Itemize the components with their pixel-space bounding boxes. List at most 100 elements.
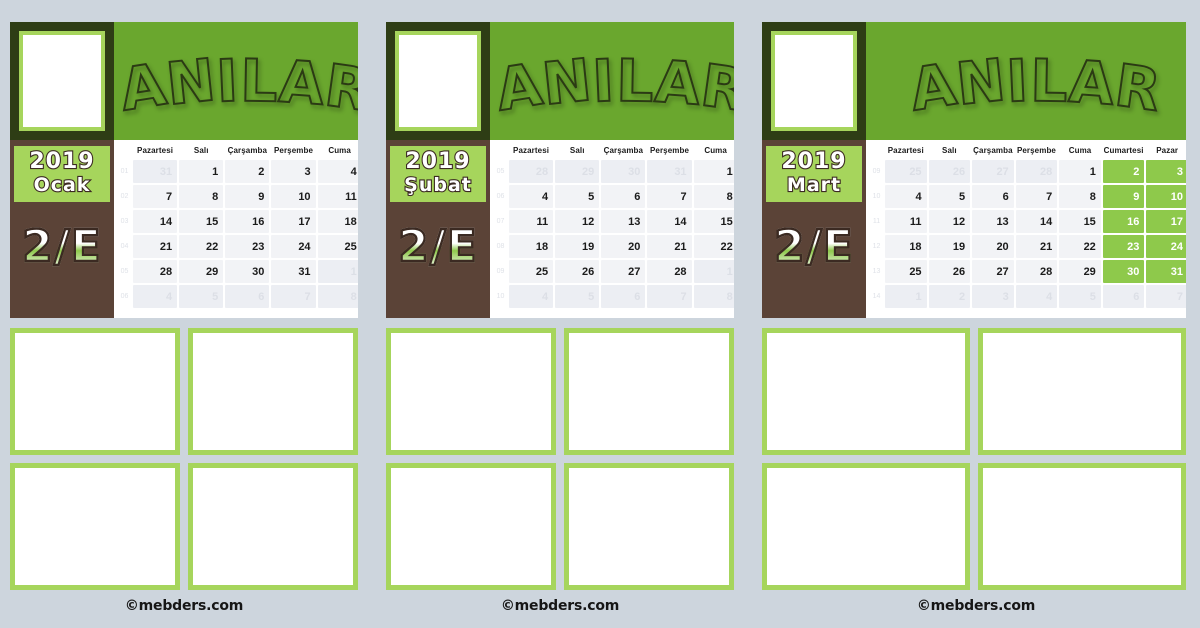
day-cell[interactable]: 21 bbox=[1015, 235, 1058, 258]
day-cell[interactable]: 20 bbox=[601, 235, 646, 258]
day-cell[interactable]: 4 bbox=[885, 185, 927, 208]
day-cell[interactable]: 29 bbox=[1059, 260, 1101, 283]
header-photo-frame[interactable] bbox=[386, 22, 490, 140]
day-cell[interactable]: 7 bbox=[647, 185, 692, 208]
photo-frame-3[interactable] bbox=[10, 463, 180, 590]
day-cell[interactable]: 6 bbox=[601, 185, 646, 208]
photo-frame-2[interactable] bbox=[978, 328, 1186, 455]
day-cell[interactable]: 3 bbox=[271, 160, 316, 183]
day-cell[interactable]: 18 bbox=[317, 210, 358, 233]
day-cell[interactable]: 17 bbox=[271, 210, 316, 233]
day-cell[interactable]: 3 bbox=[972, 285, 1014, 308]
day-cell[interactable]: 26 bbox=[928, 160, 971, 183]
day-cell[interactable]: 21 bbox=[133, 235, 178, 258]
day-cell[interactable]: 19 bbox=[555, 235, 600, 258]
day-cell[interactable]: 16 bbox=[225, 210, 270, 233]
day-cell[interactable]: 9 bbox=[1102, 185, 1145, 208]
header-photo-frame[interactable] bbox=[10, 22, 114, 140]
day-cell[interactable]: 30 bbox=[601, 160, 646, 183]
day-cell[interactable]: 8 bbox=[693, 285, 734, 308]
day-cell[interactable]: 8 bbox=[1059, 185, 1101, 208]
day-cell[interactable]: 4 bbox=[133, 285, 178, 308]
day-cell[interactable]: 7 bbox=[647, 285, 692, 308]
day-cell[interactable]: 17 bbox=[1146, 210, 1186, 233]
photo-frame-1[interactable] bbox=[762, 328, 970, 455]
day-cell[interactable]: 31 bbox=[133, 160, 178, 183]
day-cell[interactable]: 5 bbox=[179, 285, 224, 308]
day-cell[interactable]: 10 bbox=[1146, 185, 1186, 208]
day-cell[interactable]: 7 bbox=[1146, 285, 1186, 308]
day-cell[interactable]: 12 bbox=[555, 210, 600, 233]
photo-frame-2[interactable] bbox=[188, 328, 358, 455]
day-cell[interactable]: 25 bbox=[885, 260, 927, 283]
day-cell[interactable]: 13 bbox=[601, 210, 646, 233]
day-cell[interactable]: 13 bbox=[972, 210, 1014, 233]
day-cell[interactable]: 28 bbox=[1015, 260, 1058, 283]
day-cell[interactable]: 1 bbox=[693, 260, 734, 283]
day-cell[interactable]: 5 bbox=[928, 185, 971, 208]
day-cell[interactable]: 19 bbox=[928, 235, 971, 258]
photo-frame-4[interactable] bbox=[564, 463, 734, 590]
day-cell[interactable]: 29 bbox=[179, 260, 224, 283]
photo-frame-4[interactable] bbox=[188, 463, 358, 590]
day-cell[interactable]: 18 bbox=[885, 235, 927, 258]
day-cell[interactable]: 22 bbox=[1059, 235, 1101, 258]
day-cell[interactable]: 28 bbox=[509, 160, 554, 183]
day-cell[interactable]: 27 bbox=[972, 160, 1014, 183]
day-cell[interactable]: 14 bbox=[1015, 210, 1058, 233]
header-photo-placeholder[interactable] bbox=[19, 31, 105, 131]
header-photo-placeholder[interactable] bbox=[771, 31, 857, 131]
photo-frame-2[interactable] bbox=[564, 328, 734, 455]
day-cell[interactable]: 23 bbox=[1102, 235, 1145, 258]
day-cell[interactable]: 25 bbox=[317, 235, 358, 258]
day-cell[interactable]: 7 bbox=[1015, 185, 1058, 208]
day-cell[interactable]: 7 bbox=[271, 285, 316, 308]
day-cell[interactable]: 31 bbox=[1146, 260, 1186, 283]
day-cell[interactable]: 30 bbox=[1102, 260, 1145, 283]
day-cell[interactable]: 7 bbox=[133, 185, 178, 208]
photo-frame-3[interactable] bbox=[386, 463, 556, 590]
day-cell[interactable]: 25 bbox=[885, 160, 927, 183]
day-cell[interactable]: 11 bbox=[317, 185, 358, 208]
day-cell[interactable]: 23 bbox=[225, 235, 270, 258]
day-cell[interactable]: 28 bbox=[133, 260, 178, 283]
day-cell[interactable]: 20 bbox=[972, 235, 1014, 258]
day-cell[interactable]: 6 bbox=[225, 285, 270, 308]
day-cell[interactable]: 22 bbox=[179, 235, 224, 258]
day-cell[interactable]: 28 bbox=[1015, 160, 1058, 183]
day-cell[interactable]: 1 bbox=[317, 260, 358, 283]
day-cell[interactable]: 26 bbox=[555, 260, 600, 283]
day-cell[interactable]: 22 bbox=[693, 235, 734, 258]
day-cell[interactable]: 21 bbox=[647, 235, 692, 258]
day-cell[interactable]: 3 bbox=[1146, 160, 1186, 183]
day-cell[interactable]: 8 bbox=[179, 185, 224, 208]
day-cell[interactable]: 26 bbox=[928, 260, 971, 283]
day-cell[interactable]: 15 bbox=[179, 210, 224, 233]
day-cell[interactable]: 8 bbox=[693, 185, 734, 208]
day-cell[interactable]: 11 bbox=[509, 210, 554, 233]
day-cell[interactable]: 4 bbox=[317, 160, 358, 183]
day-cell[interactable]: 29 bbox=[555, 160, 600, 183]
day-cell[interactable]: 14 bbox=[133, 210, 178, 233]
day-cell[interactable]: 8 bbox=[317, 285, 358, 308]
day-cell[interactable]: 28 bbox=[647, 260, 692, 283]
day-cell[interactable]: 30 bbox=[225, 260, 270, 283]
photo-frame-1[interactable] bbox=[386, 328, 556, 455]
day-cell[interactable]: 9 bbox=[225, 185, 270, 208]
day-cell[interactable]: 31 bbox=[647, 160, 692, 183]
day-cell[interactable]: 4 bbox=[509, 285, 554, 308]
day-cell[interactable]: 24 bbox=[271, 235, 316, 258]
day-cell[interactable]: 2 bbox=[928, 285, 971, 308]
day-cell[interactable]: 4 bbox=[1015, 285, 1058, 308]
day-cell[interactable]: 15 bbox=[693, 210, 734, 233]
day-cell[interactable]: 5 bbox=[1059, 285, 1101, 308]
day-cell[interactable]: 10 bbox=[271, 185, 316, 208]
photo-frame-4[interactable] bbox=[978, 463, 1186, 590]
day-cell[interactable]: 15 bbox=[1059, 210, 1101, 233]
day-cell[interactable]: 6 bbox=[972, 185, 1014, 208]
header-photo-frame[interactable] bbox=[762, 22, 866, 140]
day-cell[interactable]: 1 bbox=[693, 160, 734, 183]
header-photo-placeholder[interactable] bbox=[395, 31, 481, 131]
day-cell[interactable]: 11 bbox=[885, 210, 927, 233]
photo-frame-3[interactable] bbox=[762, 463, 970, 590]
